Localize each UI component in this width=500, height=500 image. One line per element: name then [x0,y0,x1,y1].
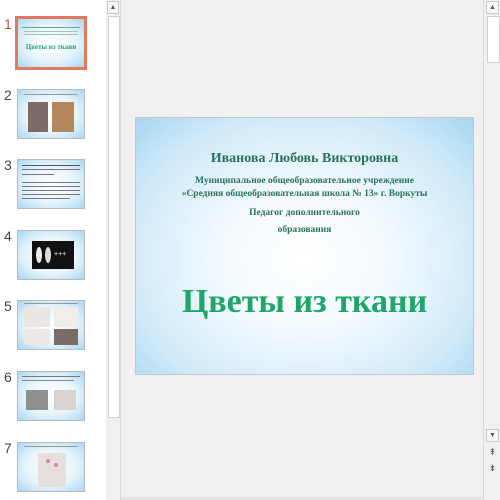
thumbnail-number: 4 [4,228,12,244]
slide-editor-area: Иванова Любовь Викторовна Муниципальное … [121,0,483,500]
thumbnail-title: Цветы из ткани [25,43,77,51]
thumbnail-scrollbar[interactable]: ▲ [106,0,121,500]
thumbnail-slide-1[interactable]: 1 Цветы из ткани [0,16,106,76]
thumbnail-number: 1 [4,16,12,32]
slide-author: Иванова Любовь Викторовна [210,151,399,166]
thumbnail-image[interactable] [17,159,85,209]
thumbnail-number: 7 [4,440,12,456]
thumbnail-slide-7[interactable]: 7 [0,440,106,500]
slide-position-line2: образования [277,225,332,235]
thumbnail-slide-4[interactable]: 4 +++ [0,228,106,288]
previous-slide-icon[interactable]: ⇞ [487,447,498,457]
slide-institution-line1: Муниципальное общеобразовательное учрежд… [195,176,414,186]
scrollbar-thumb[interactable] [108,16,120,418]
slide-title: Цветы из ткани [181,283,428,320]
editor-scrollbar[interactable]: ▲ ▼ ⇞ ⇟ [483,0,500,500]
thumbnail-image[interactable] [17,371,85,421]
next-slide-icon[interactable]: ⇟ [487,463,498,473]
thumbnail-number: 3 [4,157,12,173]
thumbnail-image[interactable]: +++ [17,230,85,280]
thumbnail-number: 5 [4,298,12,314]
scroll-up-icon[interactable]: ▲ [107,1,119,14]
thumbnail-slide-5[interactable]: 5 [0,298,106,358]
scroll-down-icon[interactable]: ▼ [486,429,499,442]
slide-thumbnail-pane: 1 Цветы из ткани 2 3 4 +++ 5 6 7 [0,0,107,500]
thumbnail-image[interactable]: Цветы из ткани [15,16,87,70]
thumbnail-slide-6[interactable]: 6 [0,369,106,429]
scrollbar-thumb[interactable] [487,16,500,63]
thumbnail-image[interactable] [17,300,85,350]
thumbnail-image[interactable] [17,442,85,492]
slide-institution-line2: «Средняя общеобразовательная школа № 13»… [181,189,428,199]
thumbnail-slide-3[interactable]: 3 [0,157,106,217]
thumbnail-slide-2[interactable]: 2 [0,87,106,147]
thumbnail-number: 6 [4,369,12,385]
slide-position-line1: Педагог дополнительного [249,208,360,218]
thumbnail-number: 2 [4,87,12,103]
current-slide[interactable]: Иванова Любовь Викторовна Муниципальное … [136,118,473,374]
scroll-up-icon[interactable]: ▲ [486,1,499,14]
thumbnail-image[interactable] [17,89,85,139]
